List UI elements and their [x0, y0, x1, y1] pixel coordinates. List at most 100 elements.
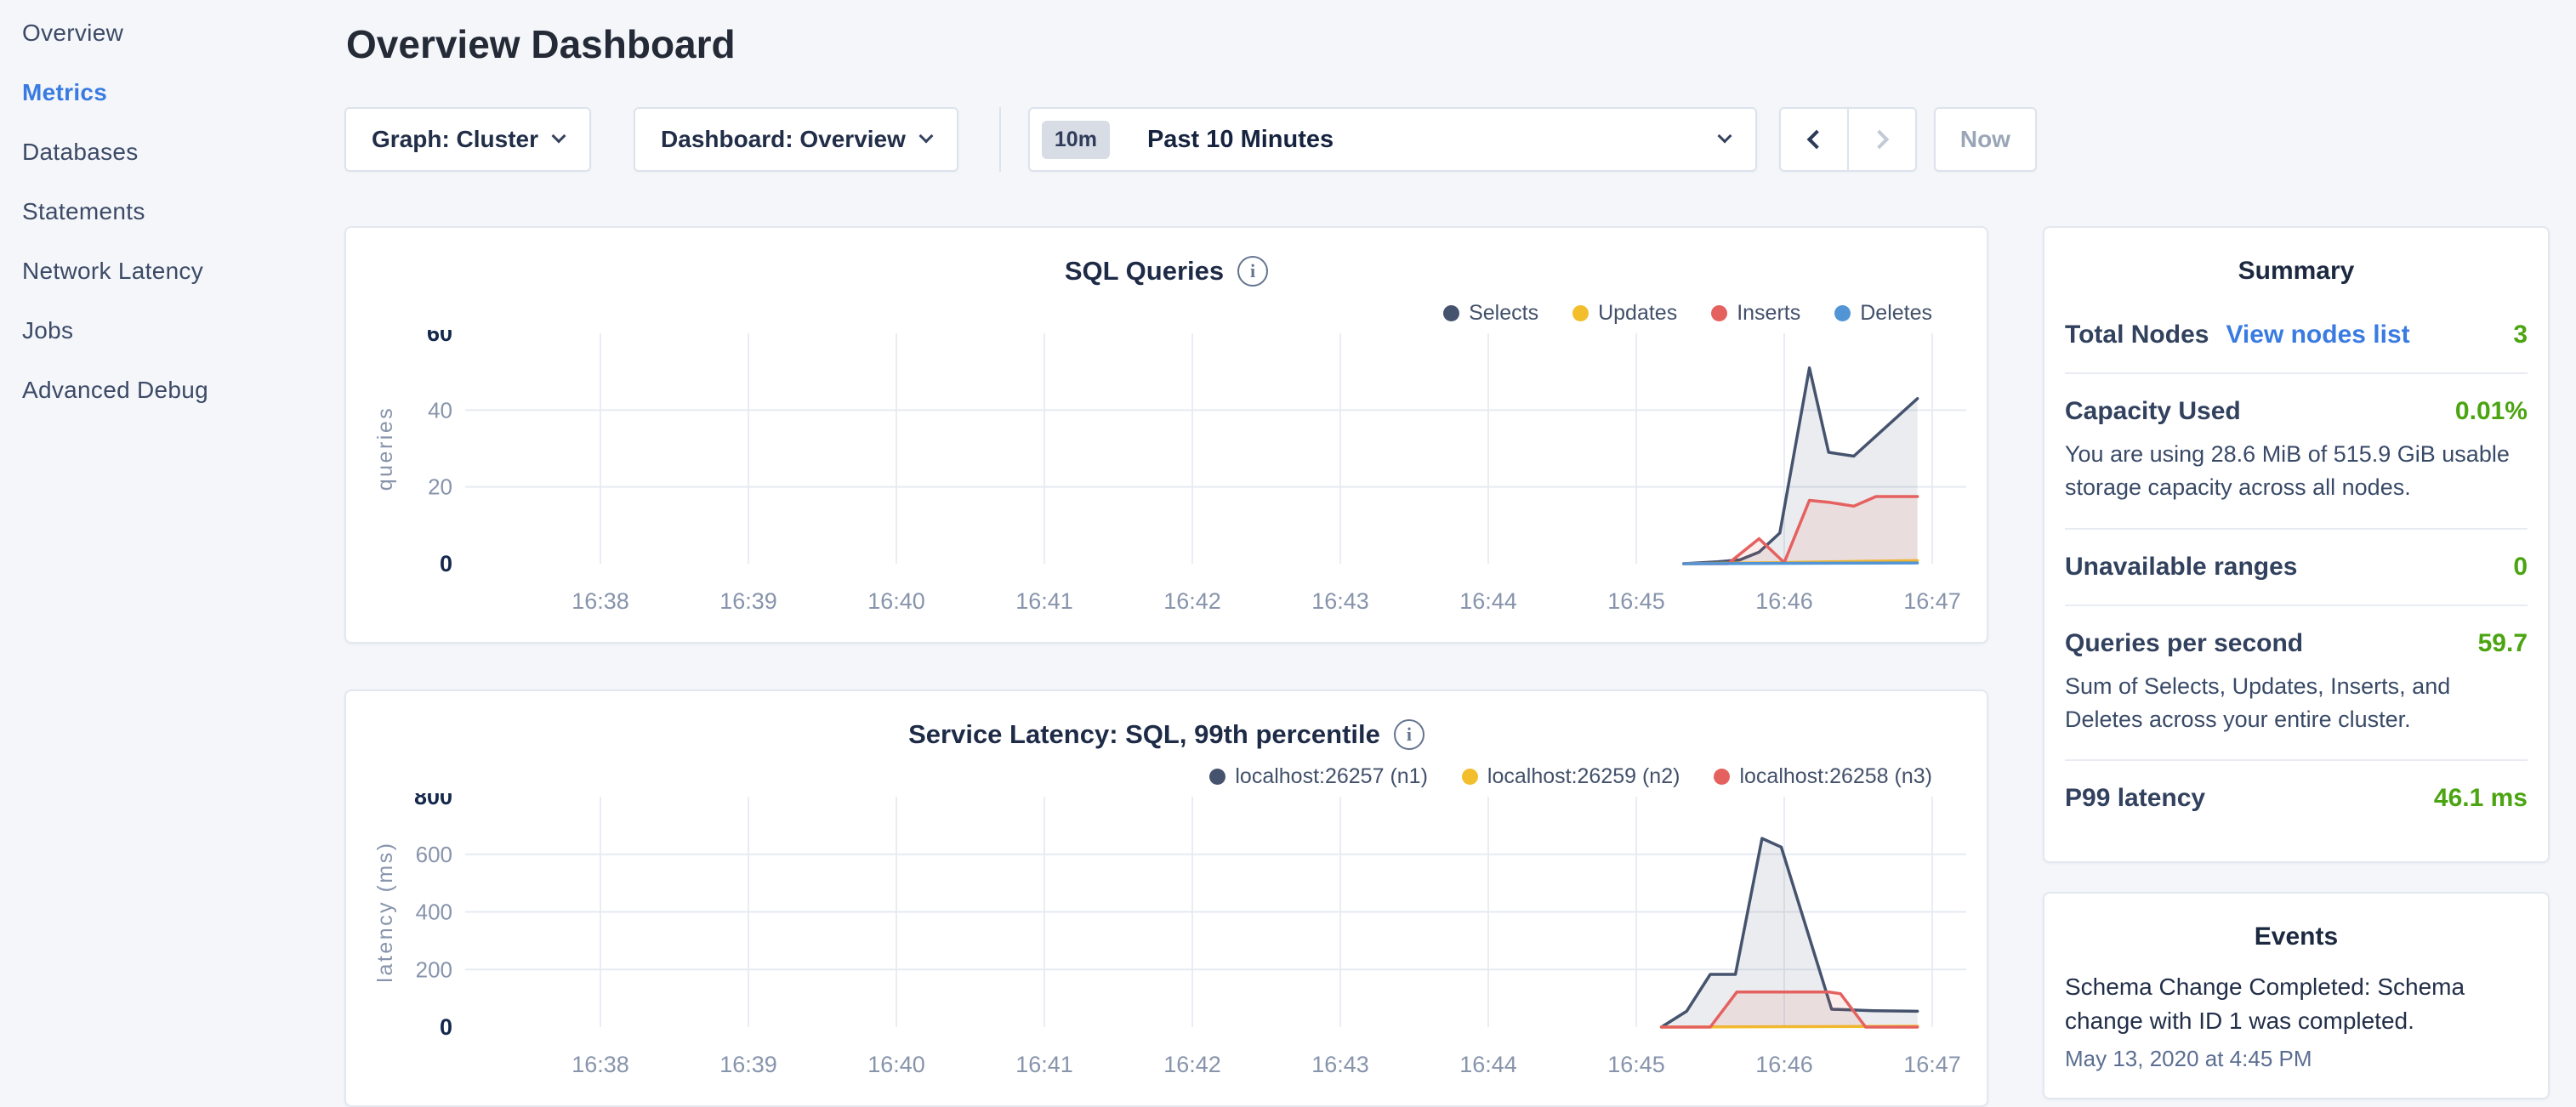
chevron-down-icon [552, 129, 566, 144]
chevron-down-icon [918, 129, 933, 144]
svg-text:16:46: 16:46 [1755, 1052, 1813, 1077]
svg-text:queries: queries [373, 406, 397, 491]
summary-row-value: 3 [2513, 321, 2528, 349]
svg-text:16:41: 16:41 [1015, 588, 1073, 614]
svg-text:200: 200 [416, 957, 452, 983]
chart-legend: localhost:26257 (n1) localhost:26259 (n2)… [370, 763, 1932, 790]
summary-row-value: 0 [2513, 553, 2528, 582]
time-window-dropdown[interactable]: 10m Past 10 Minutes [1028, 107, 1757, 172]
now-button[interactable]: Now [1934, 107, 2037, 172]
svg-text:16:43: 16:43 [1311, 588, 1369, 614]
graph-dropdown[interactable]: Graph: Cluster [344, 107, 591, 172]
sidebar-item-databases[interactable]: Databases [0, 122, 344, 182]
svg-text:16:45: 16:45 [1607, 588, 1665, 614]
svg-text:40: 40 [428, 398, 452, 423]
event-message: Schema Change Completed: Schema change w… [2065, 970, 2528, 1039]
service-latency-plot[interactable]: 16:38 16:39 16:40 16:41 16:42 16:43 16:44 16:45… [370, 793, 1966, 1087]
sidebar: OverviewMetricsDatabasesStatementsNetwor… [0, 0, 344, 1051]
right-column: Summary Total Nodes View nodes list 3 Capac… [2043, 226, 2550, 1107]
svg-text:16:46: 16:46 [1755, 588, 1813, 614]
svg-text:16:38: 16:38 [571, 1052, 629, 1077]
events-panel: Events Schema Change Completed: Schema c… [2043, 892, 2550, 1099]
legend-label: Selects [1469, 301, 1538, 326]
svg-text:16:40: 16:40 [867, 1052, 925, 1077]
svg-text:16:42: 16:42 [1163, 1052, 1221, 1077]
events-title: Events [2065, 922, 2528, 951]
summary-row-label: Capacity Used [2065, 397, 2241, 426]
svg-text:0: 0 [440, 551, 452, 576]
legend-label: Updates [1598, 301, 1677, 326]
legend-label: Deletes [1860, 301, 1932, 326]
sidebar-item-overview[interactable]: Overview [0, 3, 344, 63]
sidebar-item-advanced-debug[interactable]: Advanced Debug [0, 360, 344, 420]
chart-legend: Selects Updates Inserts Deletes [370, 299, 1932, 326]
sidebar-item-statements[interactable]: Statements [0, 182, 344, 241]
svg-text:16:41: 16:41 [1015, 1052, 1073, 1077]
info-icon[interactable]: i [1237, 256, 1268, 287]
svg-text:16:42: 16:42 [1163, 588, 1221, 614]
toolbar-divider [999, 107, 1001, 172]
dashboard-dropdown[interactable]: Dashboard: Overview [634, 107, 958, 172]
legend-dot-icon [1834, 305, 1851, 321]
svg-text:16:39: 16:39 [719, 588, 777, 614]
svg-text:16:47: 16:47 [1903, 588, 1961, 614]
svg-text:16:38: 16:38 [571, 588, 629, 614]
service-latency-chart-card: Service Latency: SQL, 99th percentile i … [344, 690, 1988, 1107]
view-nodes-list-link[interactable]: View nodes list [2226, 321, 2409, 349]
time-prev-button[interactable] [1781, 109, 1847, 170]
legend-dot-icon [1572, 305, 1589, 321]
summary-row: Queries per second 59.7 Sum of Selects, Up… [2065, 606, 2528, 761]
event-timestamp: May 13, 2020 at 4:45 PM [2065, 1046, 2528, 1072]
svg-text:600: 600 [416, 842, 452, 867]
summary-row-label: P99 latency [2065, 784, 2205, 813]
summary-row-label: Total Nodes [2065, 321, 2209, 349]
legend-item: localhost:26257 (n1) [1209, 764, 1428, 789]
summary-row-description: Sum of Selects, Updates, Inserts, and De… [2065, 670, 2528, 736]
chart-title: Service Latency: SQL, 99th percentile [908, 719, 1380, 750]
summary-row: Capacity Used0.01%You are using 28.6 MiB… [2065, 374, 2528, 529]
info-icon[interactable]: i [1394, 719, 1424, 750]
svg-text:0: 0 [440, 1014, 452, 1040]
legend-label: localhost:26259 (n2) [1487, 764, 1680, 789]
sidebar-item-jobs[interactable]: Jobs [0, 301, 344, 360]
legend-dot-icon [1462, 769, 1478, 785]
summary-row: Total Nodes View nodes list 3 [2065, 298, 2528, 374]
legend-label: Inserts [1737, 301, 1800, 326]
time-window-label: Past 10 Minutes [1147, 126, 1333, 154]
sql-queries-chart-card: SQL Queries i Selects Updates Inserts Delet… [344, 226, 1988, 644]
summary-row-label: Queries per second [2065, 629, 2303, 658]
chart-title: SQL Queries [1065, 256, 1224, 287]
summary-row-value: 46.1 ms [2434, 784, 2528, 813]
svg-text:16:44: 16:44 [1459, 1052, 1517, 1077]
summary-title: Summary [2065, 257, 2528, 286]
sidebar-item-network-latency[interactable]: Network Latency [0, 241, 344, 301]
svg-text:400: 400 [416, 900, 452, 925]
summary-panel: Summary Total Nodes View nodes list 3 Capac… [2043, 226, 2550, 863]
legend-dot-icon [1209, 769, 1225, 785]
legend-label: localhost:26257 (n1) [1235, 764, 1428, 789]
summary-row-description: You are using 28.6 MiB of 515.9 GiB usab… [2065, 438, 2528, 504]
svg-text:16:43: 16:43 [1311, 1052, 1369, 1077]
time-window-badge: 10m [1042, 121, 1110, 159]
sidebar-item-metrics[interactable]: Metrics [0, 63, 344, 122]
dashboard-content: SQL Queries i Selects Updates Inserts Delet… [344, 226, 2576, 1107]
sql-queries-plot[interactable]: 16:3816:3916:4016:4116:4216:4316:4416:45… [370, 330, 1966, 623]
legend-item: Inserts [1711, 301, 1800, 326]
time-next-button[interactable] [1847, 109, 1915, 170]
legend-item: Selects [1443, 301, 1538, 326]
sidebar-list: OverviewMetricsDatabasesStatementsNetwor… [0, 3, 344, 420]
summary-row-value: 59.7 [2478, 629, 2528, 658]
svg-text:16:45: 16:45 [1607, 1052, 1665, 1077]
chevron-left-icon [1807, 130, 1827, 150]
svg-text:20: 20 [428, 474, 452, 500]
svg-text:16:39: 16:39 [719, 1052, 777, 1077]
charts-column: SQL Queries i Selects Updates Inserts Delet… [344, 226, 1988, 1107]
summary-row-label: Unavailable ranges [2065, 553, 2297, 582]
events-list: Schema Change Completed: Schema change w… [2065, 970, 2528, 1072]
page-title: Overview Dashboard [346, 24, 2576, 65]
legend-item: Updates [1572, 301, 1677, 326]
dashboard-dropdown-label: Dashboard: Overview [661, 126, 906, 153]
toolbar: Graph: Cluster Dashboard: Overview 10m P… [344, 107, 2576, 172]
legend-dot-icon [1714, 769, 1730, 785]
main-content: Overview Dashboard Graph: Cluster Dashbo… [344, 0, 2576, 1107]
